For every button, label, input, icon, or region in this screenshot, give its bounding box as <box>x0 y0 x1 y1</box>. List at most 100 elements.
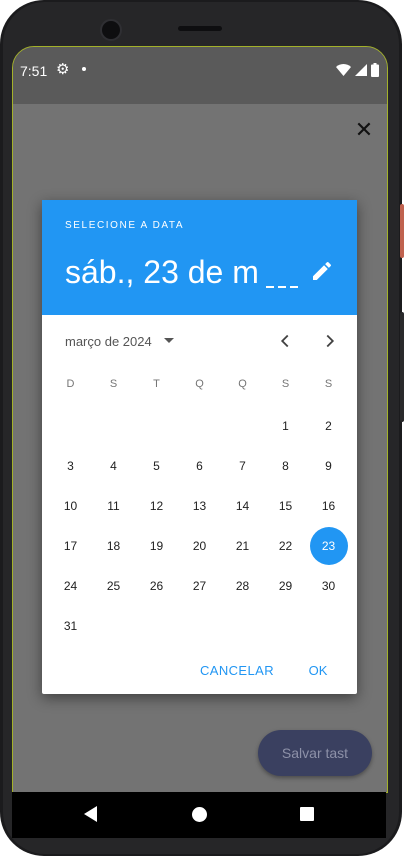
day-number: 30 <box>321 579 336 593</box>
calendar-day[interactable]: 19 <box>135 526 178 566</box>
ok-button[interactable]: OK <box>300 655 336 685</box>
signal-icon <box>355 64 367 76</box>
edit-icon[interactable] <box>310 259 334 283</box>
day-number: 31 <box>63 619 78 633</box>
notification-dot-icon <box>82 67 86 71</box>
day-number: 14 <box>235 499 250 513</box>
day-number: 13 <box>192 499 207 513</box>
day-number: 19 <box>149 539 164 553</box>
calendar-day[interactable]: 2 <box>307 406 350 446</box>
chevron-right-icon[interactable] <box>319 330 341 352</box>
selected-day[interactable]: 23 <box>307 526 350 566</box>
day-number: 20 <box>192 539 207 553</box>
calendar-day[interactable]: 24 <box>49 566 92 606</box>
day-number: 16 <box>321 499 336 513</box>
calendar-day[interactable]: 21 <box>221 526 264 566</box>
day-number: 12 <box>149 499 164 513</box>
day-number: 24 <box>63 579 78 593</box>
calendar-day[interactable]: 10 <box>49 486 92 526</box>
calendar-day[interactable]: 25 <box>92 566 135 606</box>
empty-day-cell <box>135 406 178 446</box>
date-picker-header: SELECIONE A DATA sáb., 23 de m <box>42 200 357 315</box>
status-bar: 7:51 ⚙ <box>13 47 387 104</box>
empty-day-cell <box>92 406 135 446</box>
navigation-bar <box>12 792 386 838</box>
close-icon[interactable]: ✕ <box>354 119 374 141</box>
day-number: 26 <box>149 579 164 593</box>
day-number: 21 <box>235 539 250 553</box>
day-number: 27 <box>192 579 207 593</box>
weekday-label: Q <box>195 378 204 390</box>
empty-day-cell <box>49 406 92 446</box>
calendar-day[interactable]: 9 <box>307 446 350 486</box>
status-icons <box>336 62 379 78</box>
calendar-day[interactable]: 14 <box>221 486 264 526</box>
day-number: 23 <box>309 527 348 565</box>
calendar-day[interactable]: 1 <box>264 406 307 446</box>
weekday-header: D S T Q Q S S <box>49 378 350 394</box>
day-number: 8 <box>282 459 289 473</box>
home-icon[interactable] <box>192 807 207 822</box>
weekday-label: S <box>324 378 333 390</box>
earpiece-speaker <box>178 26 222 31</box>
calendar-day[interactable]: 27 <box>178 566 221 606</box>
front-camera <box>100 19 122 41</box>
calendar-day[interactable]: 28 <box>221 566 264 606</box>
day-number: 15 <box>278 499 293 513</box>
calendar-day-grid: 1 2 3 4 5 6 7 8 9 10 11 12 13 14 15 16 17 18 19 20 21 22 23 24 2… <box>49 406 350 646</box>
gear-icon: ⚙ <box>56 61 70 78</box>
header-label: SELECIONE A DATA <box>65 220 185 231</box>
day-number: 5 <box>153 459 160 473</box>
calendar-day[interactable]: 7 <box>221 446 264 486</box>
day-number: 18 <box>106 539 121 553</box>
back-icon[interactable] <box>84 806 97 822</box>
calendar-day[interactable]: 8 <box>264 446 307 486</box>
day-number: 9 <box>325 459 332 473</box>
truncation-ellipsis <box>266 286 298 288</box>
empty-day-cell <box>221 406 264 446</box>
calendar-day[interactable]: 6 <box>178 446 221 486</box>
calendar-day[interactable]: 5 <box>135 446 178 486</box>
wifi-icon <box>336 64 351 76</box>
date-picker-dialog: SELECIONE A DATA sáb., 23 de m março de … <box>42 200 357 694</box>
calendar-day[interactable]: 4 <box>92 446 135 486</box>
day-number: 2 <box>325 419 332 433</box>
weekday-label: Q <box>238 378 247 390</box>
power-button <box>400 204 404 258</box>
empty-day-cell <box>178 406 221 446</box>
calendar-day[interactable]: 22 <box>264 526 307 566</box>
day-number: 4 <box>110 459 117 473</box>
calendar-day[interactable]: 31 <box>49 606 92 646</box>
day-number: 29 <box>278 579 293 593</box>
calendar-day[interactable]: 16 <box>307 486 350 526</box>
day-number: 11 <box>107 499 120 513</box>
day-number: 28 <box>235 579 250 593</box>
weekday-label: S <box>109 378 118 390</box>
save-task-button[interactable]: Salvar tast <box>258 730 372 776</box>
calendar-day[interactable]: 18 <box>92 526 135 566</box>
month-selector-row: março de 2024 <box>42 326 357 356</box>
selected-date-text: sáb., 23 de m <box>65 254 259 290</box>
cancel-button[interactable]: CANCELAR <box>192 655 282 685</box>
weekday-label: T <box>153 378 160 390</box>
calendar-day[interactable]: 12 <box>135 486 178 526</box>
day-number: 6 <box>196 459 203 473</box>
calendar-day[interactable]: 11 <box>92 486 135 526</box>
recents-icon[interactable] <box>300 807 314 821</box>
status-time: 7:51 <box>20 63 48 79</box>
calendar-day[interactable]: 15 <box>264 486 307 526</box>
calendar-day[interactable]: 13 <box>178 486 221 526</box>
calendar-day[interactable]: 17 <box>49 526 92 566</box>
calendar-day[interactable]: 30 <box>307 566 350 606</box>
calendar-day[interactable]: 26 <box>135 566 178 606</box>
battery-icon <box>371 63 379 77</box>
chevron-left-icon[interactable] <box>274 330 296 352</box>
day-number: 7 <box>239 459 246 473</box>
month-year-dropdown[interactable]: março de 2024 <box>65 334 152 349</box>
calendar-day[interactable]: 29 <box>264 566 307 606</box>
dropdown-arrow-icon[interactable] <box>164 338 174 343</box>
weekday-label: D <box>66 378 75 390</box>
calendar-day[interactable]: 20 <box>178 526 221 566</box>
day-number: 22 <box>278 539 293 553</box>
calendar-day[interactable]: 3 <box>49 446 92 486</box>
